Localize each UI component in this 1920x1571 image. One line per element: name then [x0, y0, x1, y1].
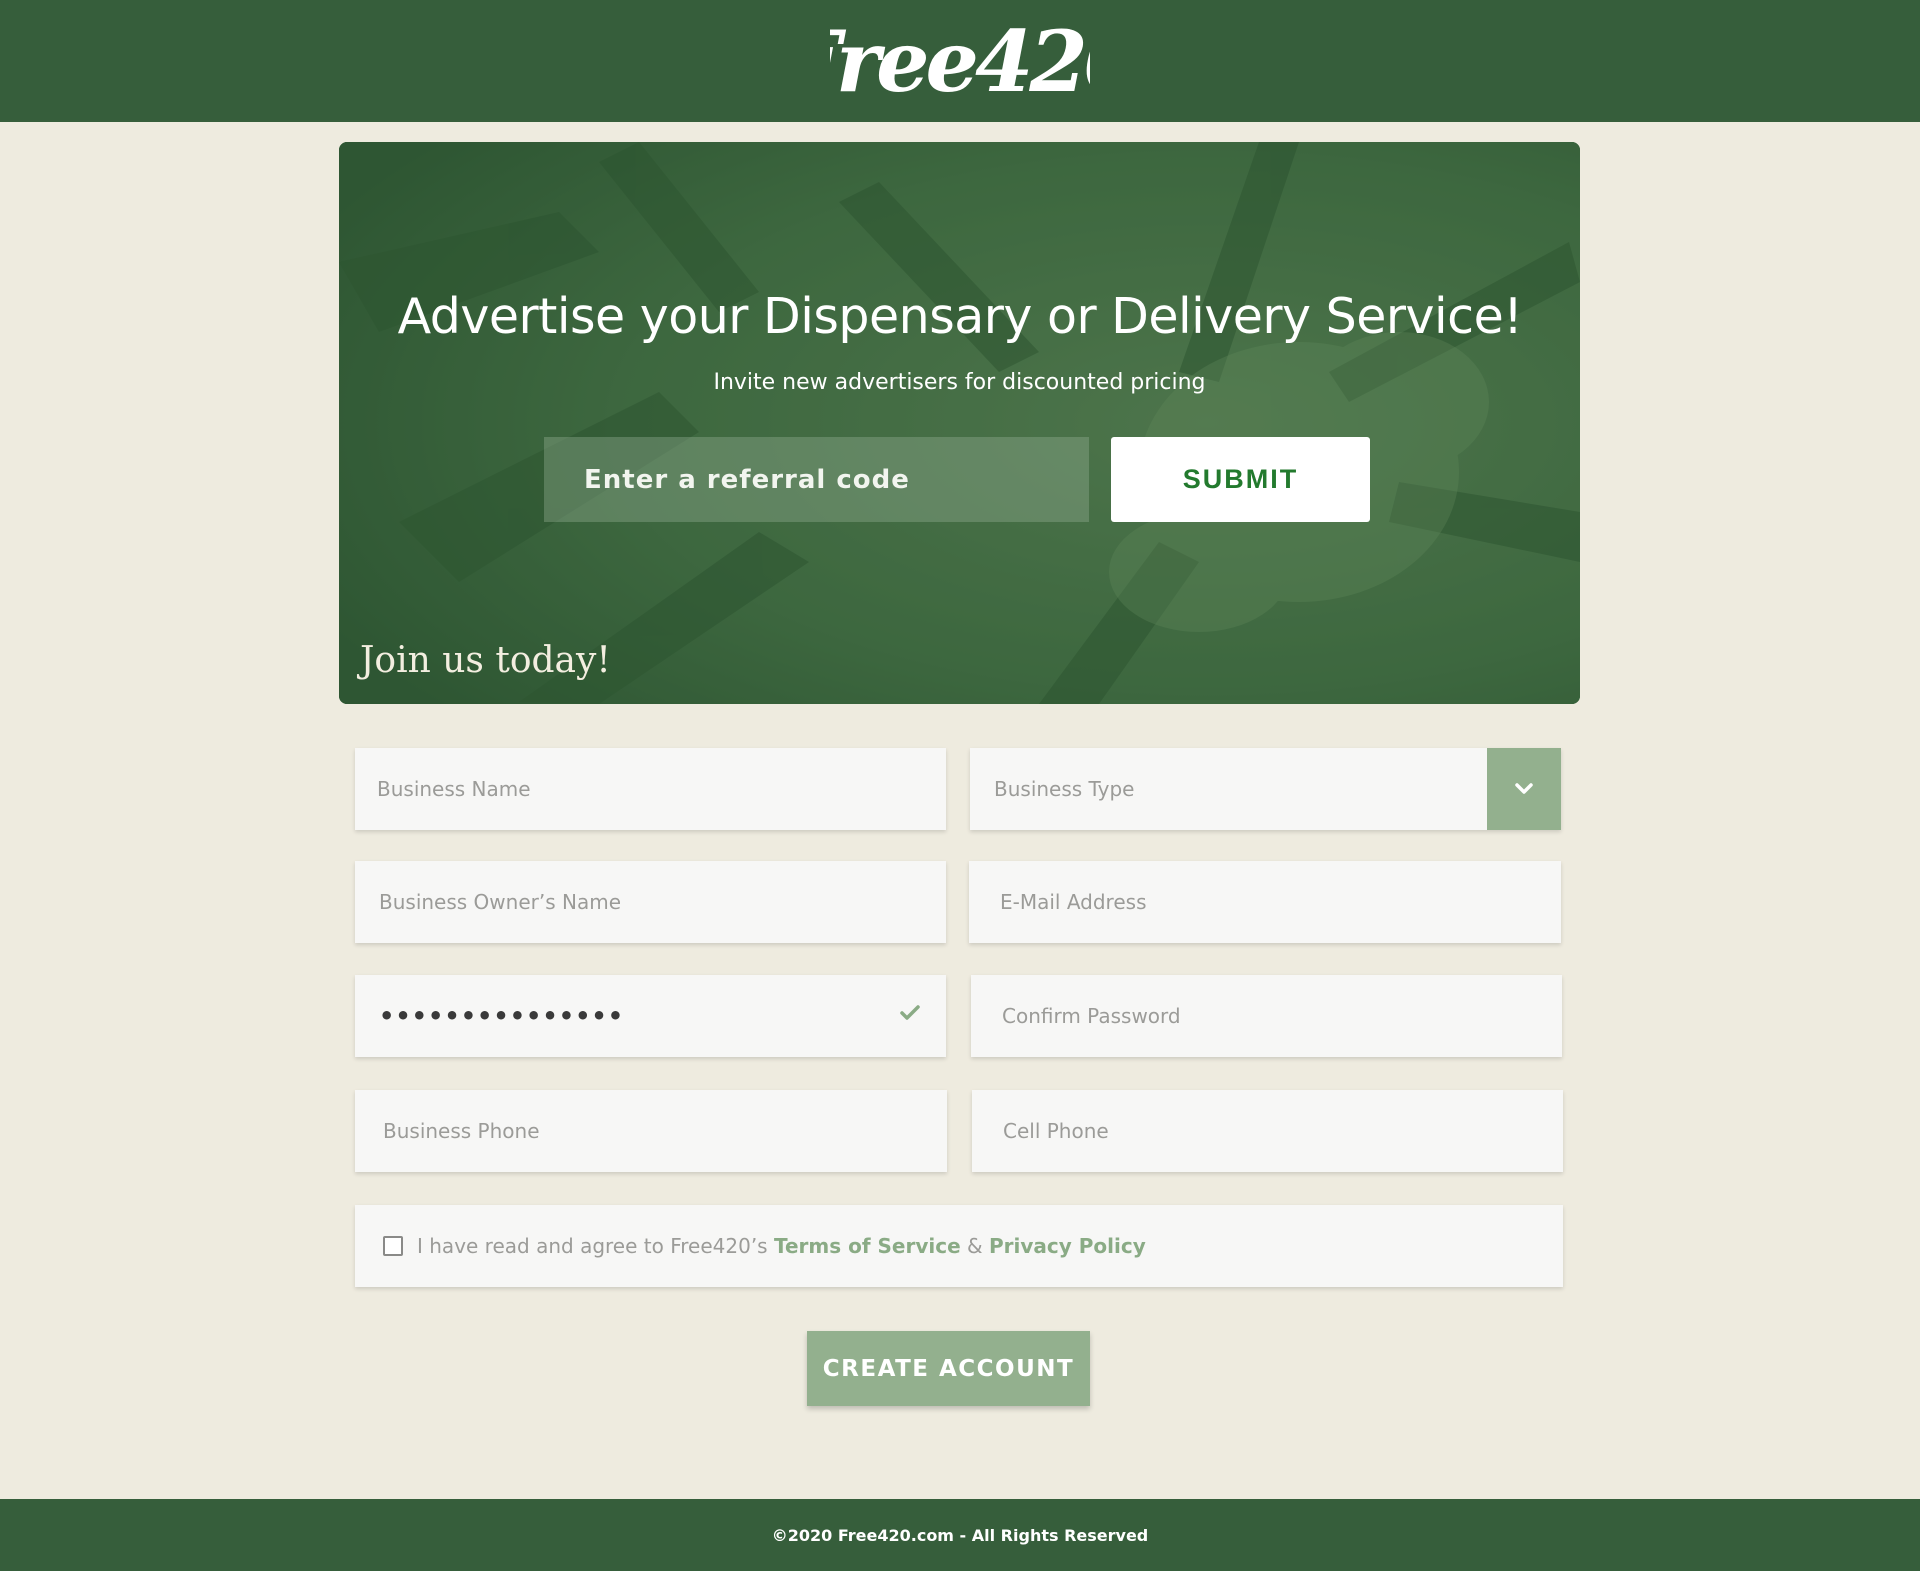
- check-icon: [900, 1005, 920, 1020]
- terms-of-service-link[interactable]: Terms of Service: [774, 1234, 961, 1258]
- create-account-button[interactable]: CREATE ACCOUNT: [807, 1331, 1090, 1406]
- email-placeholder: E-Mail Address: [1000, 890, 1147, 914]
- hero-subtitle: Invite new advertisers for discounted pr…: [713, 370, 1206, 395]
- terms-ampersand: &: [967, 1234, 983, 1258]
- password-field[interactable]: •••••••••••••••: [355, 975, 946, 1057]
- chevron-down-icon: [1515, 783, 1533, 794]
- hero-banner: [339, 142, 1580, 704]
- business-name-placeholder: Business Name: [377, 777, 531, 801]
- logo-text: Free420: [830, 12, 1090, 111]
- terms-text: I have read and agree to Free420’s Terms…: [417, 1234, 1146, 1258]
- join-us-heading: Join us today!: [360, 640, 611, 681]
- footer-copyright: ©2020 Free420.com - All Rights Reserved: [771, 1525, 1149, 1545]
- confirm-password-placeholder: Confirm Password: [1002, 1004, 1181, 1028]
- owner-name-field[interactable]: Business Owner’s Name: [355, 861, 946, 943]
- cannabis-background-image: [339, 142, 1580, 704]
- submit-label: SUBMIT: [1182, 464, 1299, 494]
- business-type-dropdown-button[interactable]: [1487, 748, 1561, 830]
- owner-name-placeholder: Business Owner’s Name: [379, 890, 621, 914]
- business-type-select[interactable]: Business Type: [970, 748, 1561, 830]
- privacy-policy-link[interactable]: Privacy Policy: [989, 1234, 1146, 1258]
- email-field[interactable]: E-Mail Address: [969, 861, 1561, 943]
- top-header-bar: Free420: [0, 0, 1920, 122]
- referral-code-input[interactable]: [544, 437, 1089, 522]
- business-phone-placeholder: Business Phone: [383, 1119, 540, 1143]
- free420-logo-icon: Free420: [830, 12, 1090, 111]
- confirm-password-field[interactable]: Confirm Password: [971, 975, 1562, 1057]
- create-account-label: CREATE ACCOUNT: [822, 1355, 1075, 1382]
- business-type-placeholder: Business Type: [994, 777, 1135, 801]
- password-value: •••••••••••••••: [379, 1002, 625, 1030]
- terms-agreement-row: I have read and agree to Free420’s Terms…: [355, 1205, 1563, 1287]
- terms-checkbox[interactable]: [383, 1236, 403, 1256]
- site-logo[interactable]: Free420: [0, 0, 1920, 122]
- terms-prefix: I have read and agree to Free420’s: [417, 1234, 768, 1258]
- cell-phone-placeholder: Cell Phone: [1003, 1119, 1109, 1143]
- business-name-field[interactable]: Business Name: [355, 748, 946, 830]
- footer-bar: ©2020 Free420.com - All Rights Reserved: [0, 1499, 1920, 1571]
- business-phone-field[interactable]: Business Phone: [355, 1090, 947, 1172]
- submit-referral-button[interactable]: SUBMIT: [1111, 437, 1370, 522]
- cell-phone-field[interactable]: Cell Phone: [972, 1090, 1563, 1172]
- hero-title: Advertise your Dispensary or Delivery Se…: [397, 288, 1523, 345]
